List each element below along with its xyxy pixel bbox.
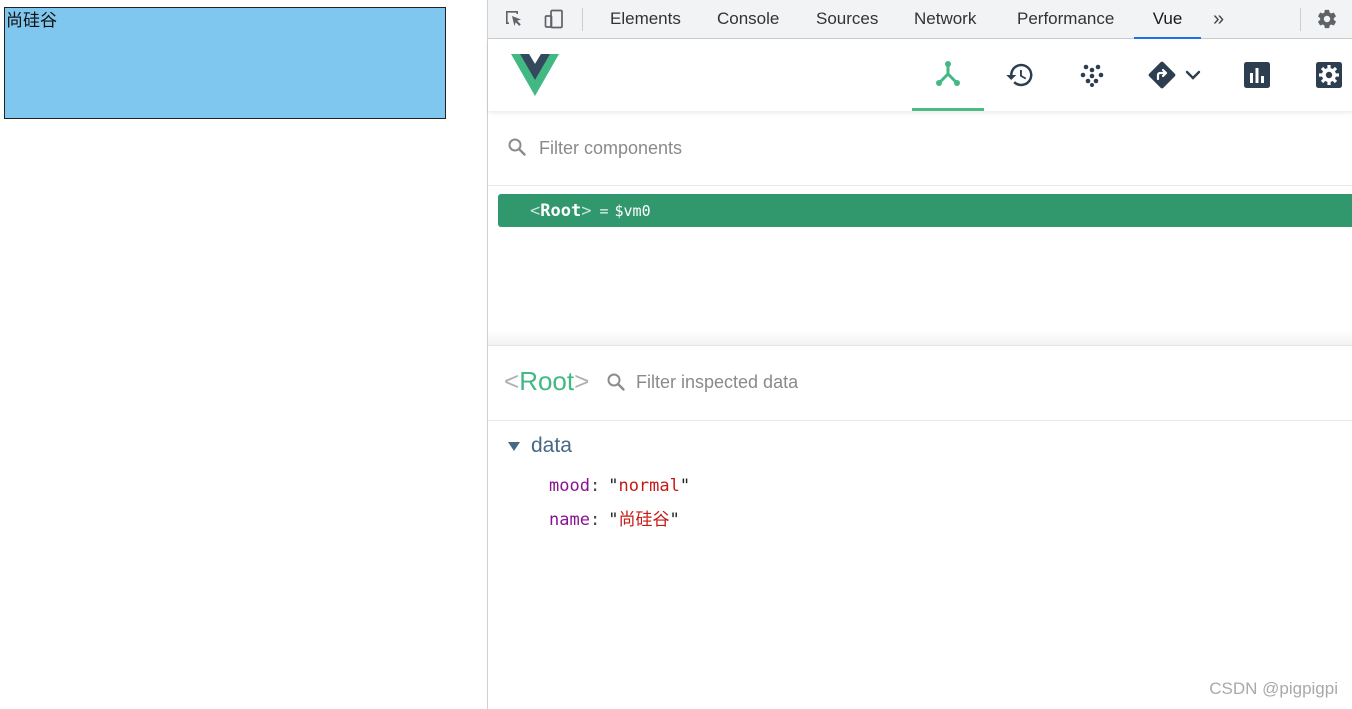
- device-toolbar-icon[interactable]: [542, 7, 566, 31]
- page-viewport: 尚硅谷: [0, 0, 487, 709]
- components-icon: [934, 60, 962, 88]
- tag-open-bracket: <: [530, 200, 541, 221]
- vuex-icon: [1079, 62, 1105, 88]
- triangle-down-icon: [508, 441, 520, 451]
- demo-box-text: 尚硅谷: [6, 11, 57, 30]
- pane-splitter[interactable]: [488, 330, 1352, 346]
- inspector-header: <Root>: [488, 346, 1352, 421]
- vuex-tab-button[interactable]: [1056, 39, 1128, 111]
- vue-devtools-header: [488, 39, 1352, 111]
- component-tree-root-row[interactable]: < Root > = $vm0: [498, 194, 1352, 227]
- router-tab-button[interactable]: [1136, 39, 1212, 111]
- property-key: name: [549, 510, 590, 530]
- tab-performance[interactable]: Performance: [1017, 0, 1114, 39]
- data-section-toggle[interactable]: data: [508, 434, 572, 458]
- settings-icon: [1316, 62, 1342, 88]
- devtools-panel: Elements Console Sources Network Perform…: [487, 0, 1352, 709]
- property-value: normal: [618, 476, 680, 496]
- tabbar-separator: [1300, 8, 1301, 31]
- tab-console[interactable]: Console: [717, 0, 779, 39]
- data-section-label: data: [531, 434, 572, 457]
- vue-logo-icon: [511, 54, 559, 101]
- filter-inspected-data-input[interactable]: [636, 369, 1036, 395]
- tab-network[interactable]: Network: [914, 0, 976, 39]
- quote: ": [679, 476, 691, 496]
- tag-close-bracket: >: [581, 200, 592, 221]
- devtools-settings-icon[interactable]: [1315, 7, 1339, 31]
- component-filter-bar: [488, 111, 1352, 186]
- vue-settings-tab-button[interactable]: [1293, 39, 1352, 111]
- watermark: CSDN @pigpigpi: [1209, 679, 1338, 698]
- inspector-title: <Root>: [504, 366, 589, 397]
- components-tab-button[interactable]: [912, 39, 984, 111]
- data-property-row[interactable]: name: "尚硅谷": [549, 505, 680, 530]
- tab-vue[interactable]: Vue: [1134, 0, 1201, 39]
- quote: ": [669, 510, 680, 530]
- performance-tab-button[interactable]: [1221, 39, 1293, 111]
- tab-elements[interactable]: Elements: [610, 0, 681, 39]
- search-icon: [507, 137, 527, 162]
- tag-close-bracket: >: [574, 366, 590, 396]
- inspect-element-icon[interactable]: [502, 7, 526, 31]
- property-colon: :: [589, 476, 601, 496]
- tag-open-bracket: <: [504, 366, 520, 396]
- property-value: 尚硅谷: [618, 510, 670, 530]
- root-component-name: Root: [540, 200, 582, 221]
- chevron-down-icon: [1185, 69, 1201, 81]
- search-icon: [606, 372, 626, 397]
- filter-components-input[interactable]: [539, 135, 1039, 161]
- history-tab-button[interactable]: [984, 39, 1056, 111]
- property-key: mood: [549, 476, 590, 496]
- quote: ": [608, 476, 619, 496]
- root-vm-ref: $vm0: [614, 201, 651, 220]
- devtools-tabbar: Elements Console Sources Network Perform…: [488, 0, 1352, 39]
- inspected-component-name: Root: [519, 366, 575, 396]
- tabbar-separator: [582, 8, 583, 31]
- tab-sources[interactable]: Sources: [816, 0, 878, 39]
- data-property-row[interactable]: mood: "normal": [549, 476, 690, 496]
- performance-icon: [1244, 62, 1270, 88]
- demo-box: 尚硅谷: [4, 7, 446, 119]
- router-icon: [1147, 60, 1177, 90]
- quote: ": [608, 510, 619, 530]
- more-tabs-button[interactable]: »: [1213, 0, 1224, 39]
- property-colon: :: [589, 510, 601, 530]
- equals-sign: =: [599, 201, 609, 220]
- history-icon: [1005, 60, 1035, 90]
